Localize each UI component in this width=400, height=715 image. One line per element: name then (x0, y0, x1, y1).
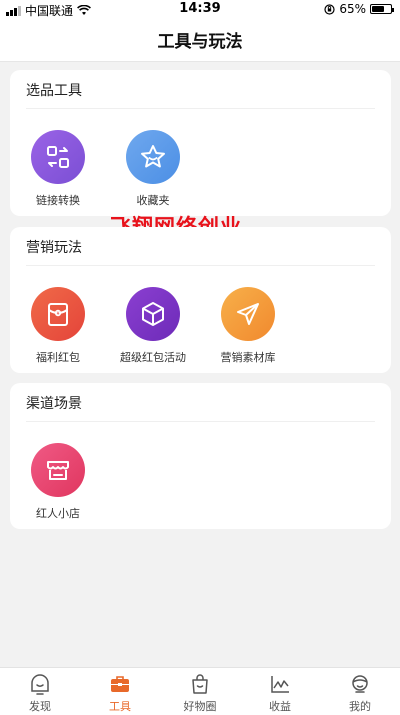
tool-label: 营销素材库 (220, 351, 276, 364)
tab-discover[interactable]: 发现 (0, 668, 80, 715)
tool-label: 红人小店 (36, 507, 80, 520)
tool-label: 超级红包活动 (120, 351, 186, 364)
status-bar: 中国联通 14:39 65% (0, 0, 400, 18)
link-convert-icon (31, 130, 85, 184)
tab-label: 好物圈 (183, 700, 217, 713)
section-title: 渠道场景 (26, 396, 82, 412)
shop-icon (31, 443, 85, 497)
svg-text:¥: ¥ (57, 311, 60, 317)
section-title: 营销玩法 (26, 240, 82, 256)
tool-influencer-shop[interactable]: 红人小店 (12, 443, 104, 521)
earnings-chart-icon (271, 676, 289, 693)
tab-mine[interactable]: 我的 (320, 668, 400, 715)
battery-fill (372, 6, 384, 12)
tool-label: 收藏夹 (136, 194, 170, 207)
toolbox-icon (111, 676, 129, 692)
section-title: 选品工具 (26, 83, 82, 99)
section-card-product-tools: 选品工具 链接转换 收藏夹 (10, 70, 391, 216)
profile-icon (352, 675, 368, 693)
red-envelope-icon: ¥ (31, 287, 85, 341)
tool-label: 链接转换 (36, 194, 80, 207)
tab-label: 我的 (349, 700, 371, 713)
status-right: 65% (324, 2, 394, 16)
paper-plane-icon (221, 287, 275, 341)
section-card-channels: 渠道场景 红人小店 (10, 383, 391, 529)
orientation-lock-icon (324, 3, 335, 15)
cube-box-icon (126, 287, 180, 341)
tab-good-things[interactable]: 好物圈 (160, 668, 240, 715)
tool-favorites[interactable]: 收藏夹 (107, 130, 199, 208)
shopping-bag-icon (192, 674, 208, 694)
tab-label: 工具 (109, 700, 131, 713)
battery-percent: 65% (339, 2, 366, 16)
section-divider (26, 421, 375, 422)
tab-tools[interactable]: 工具 (80, 668, 160, 715)
tab-earnings[interactable]: 收益 (240, 668, 320, 715)
discover-face-icon (31, 674, 49, 695)
nav-bar: 工具与玩法 (0, 18, 400, 62)
tool-super-red-envelope[interactable]: 超级红包活动 (107, 287, 199, 365)
battery-icon (370, 4, 394, 14)
section-divider (26, 108, 375, 109)
page-title: 工具与玩法 (157, 32, 243, 52)
tab-label: 收益 (269, 700, 291, 713)
tool-welfare-red-envelope[interactable]: ¥ 福利红包 (12, 287, 104, 365)
tool-link-convert[interactable]: 链接转换 (12, 130, 104, 208)
tool-label: 福利红包 (36, 351, 80, 364)
tool-marketing-materials[interactable]: 营销素材库 (202, 287, 294, 365)
tab-label: 发现 (29, 700, 51, 713)
star-favorites-icon (126, 130, 180, 184)
section-divider (26, 265, 375, 266)
section-card-marketing: 营销玩法 ¥ 福利红包 超级红包活动 营销素材库 (10, 227, 391, 373)
bottom-tab-bar: 发现 工具 好物圈 收益 我的 (0, 667, 400, 715)
